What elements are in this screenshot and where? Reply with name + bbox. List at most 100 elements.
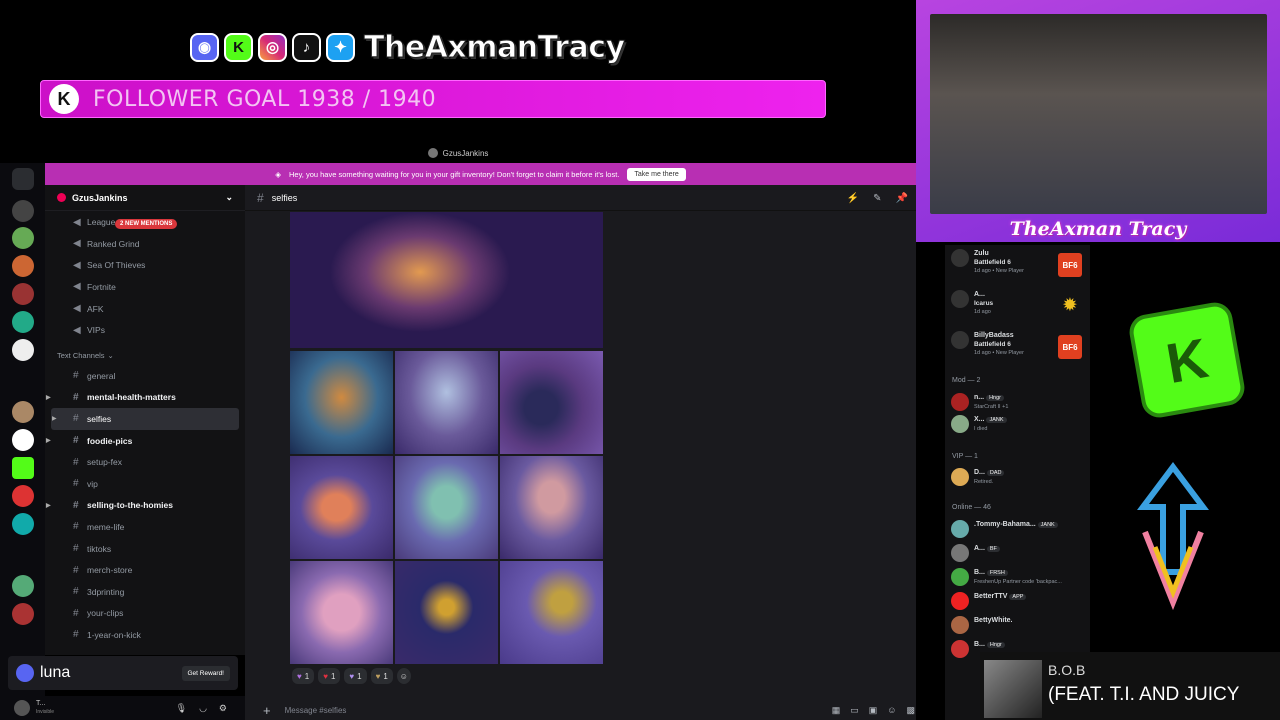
new-mentions-badge[interactable]: 2 NEW MENTIONS [115, 219, 178, 229]
reaction-bar: ♥ 1 ♥ 1 ♥ 1 ♥ 1 ☺ [292, 668, 411, 684]
member-item[interactable]: BettyWhite. [951, 616, 1013, 634]
emoji-icon[interactable]: ☺ [887, 705, 896, 716]
gif-icon[interactable]: ▭ [850, 705, 859, 716]
coral-photo[interactable] [500, 561, 603, 664]
text-channel[interactable]: # tiktoks [45, 538, 245, 560]
server-icon[interactable] [12, 429, 34, 451]
member-name: A... [974, 291, 985, 298]
hash-icon: # [73, 499, 79, 511]
voice-channel[interactable]: ◀ Ranked Grind [45, 233, 245, 255]
member-item[interactable]: Zulu Battlefield 6 1d ago • New Player [951, 249, 1024, 276]
channel-label: foodie-pics [87, 435, 133, 446]
server-icon[interactable] [12, 255, 34, 277]
gear-icon[interactable]: ⚙ [219, 703, 227, 714]
server-icon[interactable] [12, 485, 34, 507]
text-channel[interactable]: # meme-life [45, 516, 245, 538]
voice-channel[interactable]: ◀ VIPs [45, 319, 245, 341]
avatar[interactable] [14, 700, 30, 716]
take-me-there-button[interactable]: Take me there [627, 167, 686, 181]
reaction-button[interactable]: ♥ 1 [292, 668, 315, 684]
add-attachment-icon[interactable]: + [263, 703, 271, 718]
server-icon[interactable] [12, 227, 34, 249]
threads-icon[interactable]: ⚡ [847, 193, 859, 204]
discord-home-icon[interactable] [12, 168, 34, 190]
member-name: BillyBadass [974, 332, 1014, 339]
member-item[interactable]: X... JANK I died [951, 415, 1007, 434]
reaction-button[interactable]: ♥ 1 [370, 668, 393, 684]
server-icon[interactable] [12, 603, 34, 625]
apps-icon[interactable]: ▩ [906, 705, 915, 716]
server-header[interactable]: GzusJankins ⌄ [45, 185, 245, 211]
text-channel[interactable]: ▶ # selfies [51, 408, 239, 430]
gift-icon[interactable]: ▦ [832, 705, 841, 716]
channel-label: setup-fex [87, 457, 122, 468]
twitter-icon: ✦ [326, 32, 355, 62]
server-icon[interactable] [12, 311, 34, 333]
server-badge-icon [57, 193, 66, 202]
reaction-button[interactable]: ♥ 1 [318, 668, 341, 684]
text-channel[interactable]: #3dprinting [45, 581, 245, 603]
coral-photo[interactable] [500, 351, 603, 454]
member-item[interactable]: BetterTTV APP [951, 592, 1027, 610]
voice-channel[interactable]: ◀ AFK [45, 298, 245, 320]
instagram-icon: ◎ [258, 32, 287, 62]
avatar [951, 640, 969, 658]
coral-photo[interactable] [395, 561, 498, 664]
coral-photo[interactable] [500, 456, 603, 559]
user-name: T... [36, 700, 46, 707]
avatar [951, 568, 969, 586]
member-item[interactable]: A... BF [951, 544, 1000, 562]
server-icon[interactable] [12, 283, 34, 305]
channel-label: AFK [87, 303, 104, 314]
kick-server-icon[interactable] [12, 457, 34, 479]
text-channel[interactable]: # your-clips [45, 603, 245, 625]
text-channel[interactable]: # general [45, 365, 245, 387]
coral-photo[interactable] [290, 561, 393, 664]
coral-photo-large[interactable] [290, 212, 603, 348]
member-item[interactable]: BillyBadass Battlefield 6 1d ago • New Pla… [951, 331, 1024, 358]
avatar [951, 592, 969, 610]
voice-channel[interactable]: ◀ Sea Of Thieves [45, 255, 245, 277]
member-item[interactable]: .Tommy-Bahama... JANK [951, 520, 1058, 538]
member-item[interactable]: D... DAD Retired. [951, 468, 1005, 487]
text-channel[interactable]: #1-year-on-kick [45, 624, 245, 646]
coral-photo[interactable] [395, 456, 498, 559]
text-channel-list: # general ▶ # mental-health-matters ▶ # selfies… [45, 365, 245, 646]
pin-icon[interactable]: 📌 [896, 193, 908, 204]
notification-bell-icon[interactable]: ✎ [873, 193, 881, 204]
text-channel[interactable]: ▶ # mental-health-matters [45, 387, 245, 409]
text-channel[interactable]: # merch-store [45, 559, 245, 581]
channel-label: general [87, 370, 116, 381]
member-item[interactable]: A... Icarus 1d ago [951, 290, 993, 317]
text-channel[interactable]: # setup-fex [45, 451, 245, 473]
text-channel[interactable]: ▶ # selling-to-the-homies [45, 495, 245, 517]
server-icon[interactable] [12, 401, 34, 423]
member-item[interactable]: n... Hngr StarCraft II +1 [951, 393, 1008, 412]
gift-icon: ◈ [275, 169, 282, 179]
member-name: A... [974, 545, 985, 552]
discord-icon: ◉ [190, 32, 219, 62]
luna-icon [16, 664, 34, 682]
red-heart-icon: ♥ [323, 671, 328, 681]
add-reaction-icon[interactable]: ☺ [396, 668, 411, 684]
coral-photo[interactable] [290, 456, 393, 559]
coral-photo[interactable] [290, 351, 393, 454]
reaction-button[interactable]: ♥ 1 [344, 668, 367, 684]
server-icon[interactable] [12, 200, 34, 222]
message-input[interactable]: Message #selfies [285, 706, 347, 715]
text-channel[interactable]: # vip [45, 473, 245, 495]
coral-photo[interactable] [395, 351, 498, 454]
server-icon[interactable] [12, 575, 34, 597]
sticker-icon[interactable]: ▣ [869, 705, 878, 716]
microphone-icon[interactable]: 🎙 [176, 703, 187, 714]
server-icon[interactable] [12, 513, 34, 535]
headphones-icon[interactable]: ◡ [199, 703, 207, 714]
text-channel[interactable]: ▶ # foodie-pics [45, 430, 245, 452]
server-icon[interactable] [12, 339, 34, 361]
text-channels-header[interactable]: Text Channels ⌄ [45, 347, 245, 365]
member-name: .Tommy-Bahama... [974, 521, 1036, 528]
voice-channel[interactable]: ◀ Fortnite [45, 276, 245, 298]
hash-icon: # [73, 435, 79, 447]
member-item[interactable]: B... FRSH FreshenUp Partner code 'backpac… [951, 568, 1062, 587]
get-reward-button[interactable]: Get Reward! [181, 665, 230, 681]
